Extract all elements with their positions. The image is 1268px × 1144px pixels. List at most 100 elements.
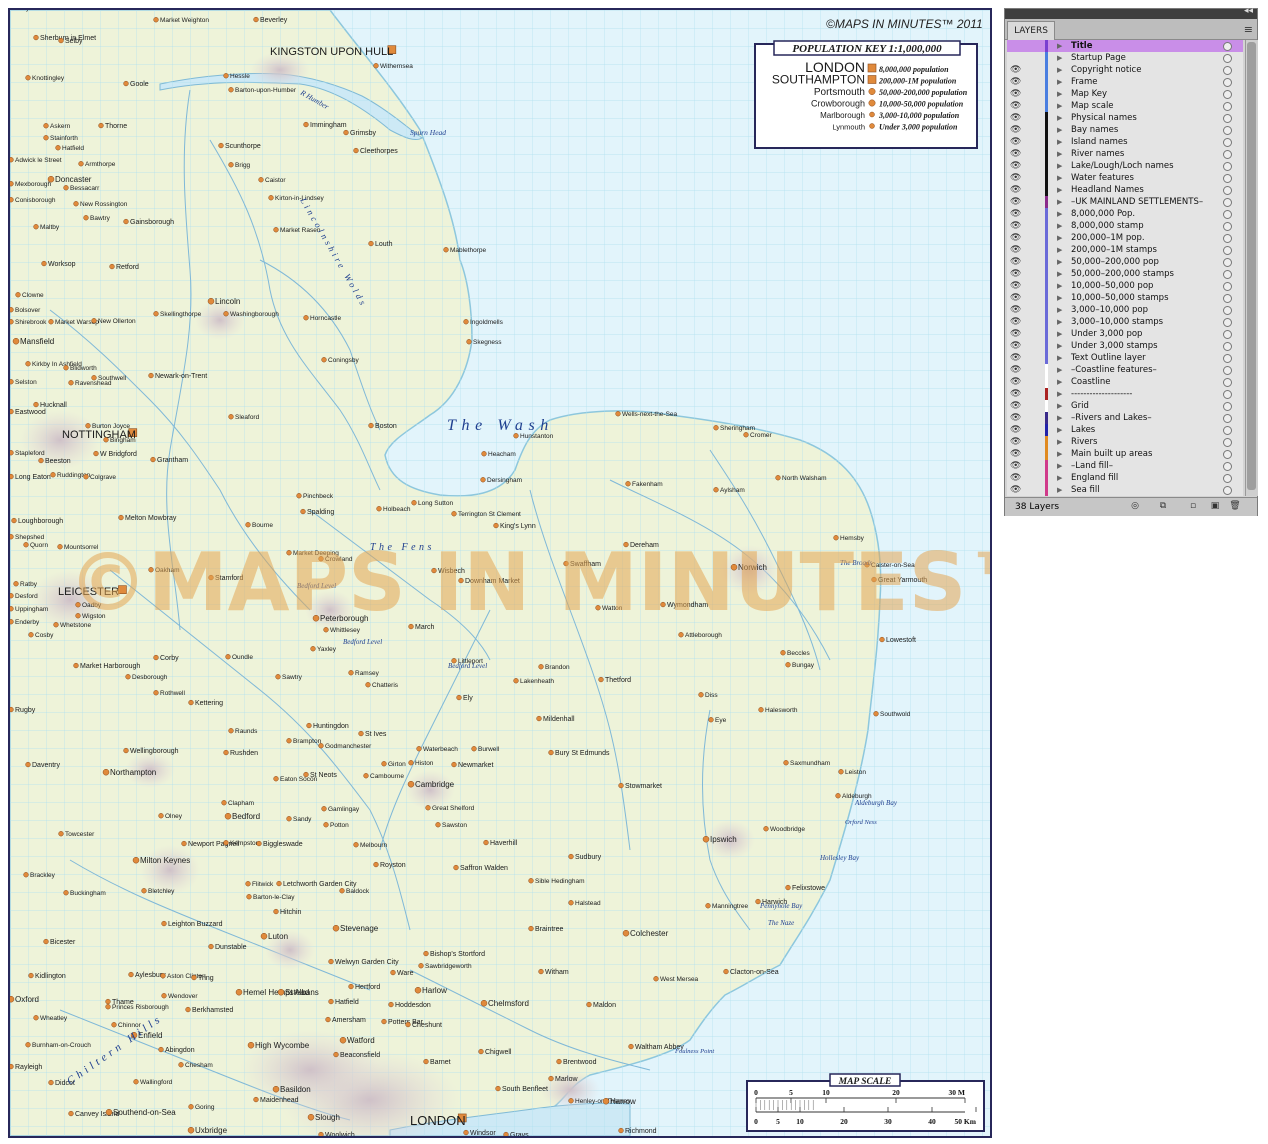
- target-circle-icon[interactable]: [1223, 150, 1232, 159]
- layer-row-physical-names[interactable]: 👁 ▶ Physical names: [1007, 112, 1243, 124]
- visibility-eye-icon[interactable]: 👁: [1010, 89, 1022, 99]
- target-circle-icon[interactable]: [1223, 162, 1232, 171]
- expand-triangle-icon[interactable]: ▶: [1057, 124, 1062, 136]
- visibility-eye-icon[interactable]: 👁: [1010, 77, 1022, 87]
- visibility-eye-icon[interactable]: 👁: [1010, 461, 1022, 471]
- target-circle-icon[interactable]: [1223, 102, 1232, 111]
- expand-triangle-icon[interactable]: ▶: [1057, 280, 1062, 292]
- layer-row-map-scale[interactable]: 👁 ▶ Map scale: [1007, 100, 1243, 112]
- visibility-eye-icon[interactable]: 👁: [1010, 485, 1022, 495]
- target-circle-icon[interactable]: [1223, 450, 1232, 459]
- layer-row-grid[interactable]: 👁 ▶ Grid: [1007, 400, 1243, 412]
- visibility-eye-icon[interactable]: 👁: [1010, 137, 1022, 147]
- expand-triangle-icon[interactable]: ▶: [1057, 340, 1062, 352]
- expand-triangle-icon[interactable]: ▶: [1057, 100, 1062, 112]
- expand-triangle-icon[interactable]: ▶: [1057, 388, 1062, 400]
- panel-menu-icon[interactable]: ≡: [1244, 23, 1253, 36]
- layer-row-50-000-200-000-stamps[interactable]: 👁 ▶ 50,000–200,000 stamps: [1007, 268, 1243, 280]
- visibility-eye-icon[interactable]: 👁: [1010, 353, 1022, 363]
- visibility-eye-icon[interactable]: 👁: [1010, 425, 1022, 435]
- expand-triangle-icon[interactable]: ▶: [1057, 244, 1062, 256]
- map-frame[interactable]: Sherburn in Elmet Selby Market Weighton Bev…: [8, 8, 992, 1138]
- tab-layers[interactable]: LAYERS: [1007, 21, 1055, 40]
- target-circle-icon[interactable]: [1223, 366, 1232, 375]
- expand-triangle-icon[interactable]: ▶: [1057, 352, 1062, 364]
- layer-row-text-outline-layer[interactable]: 👁 ▶ Text Outline layer: [1007, 352, 1243, 364]
- target-circle-icon[interactable]: [1223, 294, 1232, 303]
- new-layer-icon[interactable]: ▣: [1209, 501, 1221, 512]
- target-circle-icon[interactable]: [1223, 222, 1232, 231]
- visibility-eye-icon[interactable]: 👁: [1010, 293, 1022, 303]
- expand-triangle-icon[interactable]: ▶: [1057, 136, 1062, 148]
- visibility-eye-icon[interactable]: [1010, 41, 1022, 51]
- expand-triangle-icon[interactable]: ▶: [1057, 160, 1062, 172]
- expand-triangle-icon[interactable]: ▶: [1057, 268, 1062, 280]
- visibility-eye-icon[interactable]: 👁: [1010, 341, 1022, 351]
- target-circle-icon[interactable]: [1223, 462, 1232, 471]
- locate-object-icon[interactable]: ◎: [1129, 501, 1141, 512]
- expand-triangle-icon[interactable]: ▶: [1057, 64, 1062, 76]
- layer-row-8-000-000-stamp[interactable]: 👁 ▶ 8,000,000 stamp: [1007, 220, 1243, 232]
- visibility-eye-icon[interactable]: 👁: [1010, 65, 1022, 75]
- visibility-eye-icon[interactable]: 👁: [1010, 401, 1022, 411]
- layer-row-200-000-1m-pop[interactable]: 👁 ▶ 200,000–1M pop.: [1007, 232, 1243, 244]
- layer-row-[interactable]: 👁 ▶ --------------------: [1007, 388, 1243, 400]
- expand-triangle-icon[interactable]: ▶: [1057, 328, 1062, 340]
- target-circle-icon[interactable]: [1223, 438, 1232, 447]
- target-circle-icon[interactable]: [1223, 210, 1232, 219]
- expand-triangle-icon[interactable]: ▶: [1057, 172, 1062, 184]
- layer-row-coastline-features[interactable]: 👁 ▶ –Coastline features–: [1007, 364, 1243, 376]
- layer-row-50-000-200-000-pop[interactable]: 👁 ▶ 50,000–200,000 pop: [1007, 256, 1243, 268]
- delete-layer-icon[interactable]: 🗑: [1229, 501, 1241, 512]
- visibility-eye-icon[interactable]: 👁: [1010, 161, 1022, 171]
- layer-row-main-built-up-areas[interactable]: 👁 ▶ Main built up areas: [1007, 448, 1243, 460]
- expand-triangle-icon[interactable]: ▶: [1057, 292, 1062, 304]
- target-circle-icon[interactable]: [1223, 186, 1232, 195]
- target-circle-icon[interactable]: [1223, 54, 1232, 63]
- expand-triangle-icon[interactable]: ▶: [1057, 184, 1062, 196]
- layer-row-lake-lough-loch-names[interactable]: 👁 ▶ Lake/Lough/Loch names: [1007, 160, 1243, 172]
- layer-row-title[interactable]: ▶ Title: [1007, 40, 1243, 52]
- new-sublayer-icon[interactable]: ▫: [1187, 501, 1199, 512]
- target-circle-icon[interactable]: [1223, 306, 1232, 315]
- expand-triangle-icon[interactable]: ▶: [1057, 196, 1062, 208]
- visibility-eye-icon[interactable]: 👁: [1010, 113, 1022, 123]
- visibility-eye-icon[interactable]: 👁: [1010, 233, 1022, 243]
- expand-triangle-icon[interactable]: ▶: [1057, 364, 1062, 376]
- expand-triangle-icon[interactable]: ▶: [1057, 400, 1062, 412]
- expand-triangle-icon[interactable]: ▶: [1057, 436, 1062, 448]
- layer-row-river-names[interactable]: 👁 ▶ River names: [1007, 148, 1243, 160]
- target-circle-icon[interactable]: [1223, 402, 1232, 411]
- layer-list-scrollbar[interactable]: [1245, 40, 1258, 496]
- panel-titlebar[interactable]: ◂◂: [1005, 6, 1257, 19]
- visibility-eye-icon[interactable]: 👁: [1010, 281, 1022, 291]
- layer-row-under-3-000-stamps[interactable]: 👁 ▶ Under 3,000 stamps: [1007, 340, 1243, 352]
- collapse-icon[interactable]: ◂◂: [1244, 6, 1253, 16]
- layer-row-3-000-10-000-stamps[interactable]: 👁 ▶ 3,000–10,000 stamps: [1007, 316, 1243, 328]
- layer-row-map-key[interactable]: 👁 ▶ Map Key: [1007, 88, 1243, 100]
- expand-triangle-icon[interactable]: ▶: [1057, 76, 1062, 88]
- target-circle-icon[interactable]: [1223, 390, 1232, 399]
- scrollbar-thumb[interactable]: [1247, 42, 1256, 490]
- visibility-eye-icon[interactable]: 👁: [1010, 245, 1022, 255]
- expand-triangle-icon[interactable]: ▶: [1057, 376, 1062, 388]
- layer-row-england-fill[interactable]: 👁 ▶ England fill: [1007, 472, 1243, 484]
- target-circle-icon[interactable]: [1223, 246, 1232, 255]
- target-circle-icon[interactable]: [1223, 342, 1232, 351]
- target-circle-icon[interactable]: [1223, 66, 1232, 75]
- target-circle-icon[interactable]: [1223, 78, 1232, 87]
- visibility-eye-icon[interactable]: 👁: [1010, 413, 1022, 423]
- target-circle-icon[interactable]: [1223, 486, 1232, 495]
- target-circle-icon[interactable]: [1223, 42, 1232, 51]
- target-circle-icon[interactable]: [1223, 234, 1232, 243]
- layer-row-water-features[interactable]: 👁 ▶ Water features: [1007, 172, 1243, 184]
- visibility-eye-icon[interactable]: 👁: [1010, 197, 1022, 207]
- visibility-eye-icon[interactable]: 👁: [1010, 437, 1022, 447]
- visibility-eye-icon[interactable]: 👁: [1010, 449, 1022, 459]
- layer-row-frame[interactable]: 👁 ▶ Frame: [1007, 76, 1243, 88]
- target-circle-icon[interactable]: [1223, 318, 1232, 327]
- visibility-eye-icon[interactable]: 👁: [1010, 305, 1022, 315]
- expand-triangle-icon[interactable]: ▶: [1057, 256, 1062, 268]
- target-circle-icon[interactable]: [1223, 198, 1232, 207]
- target-circle-icon[interactable]: [1223, 330, 1232, 339]
